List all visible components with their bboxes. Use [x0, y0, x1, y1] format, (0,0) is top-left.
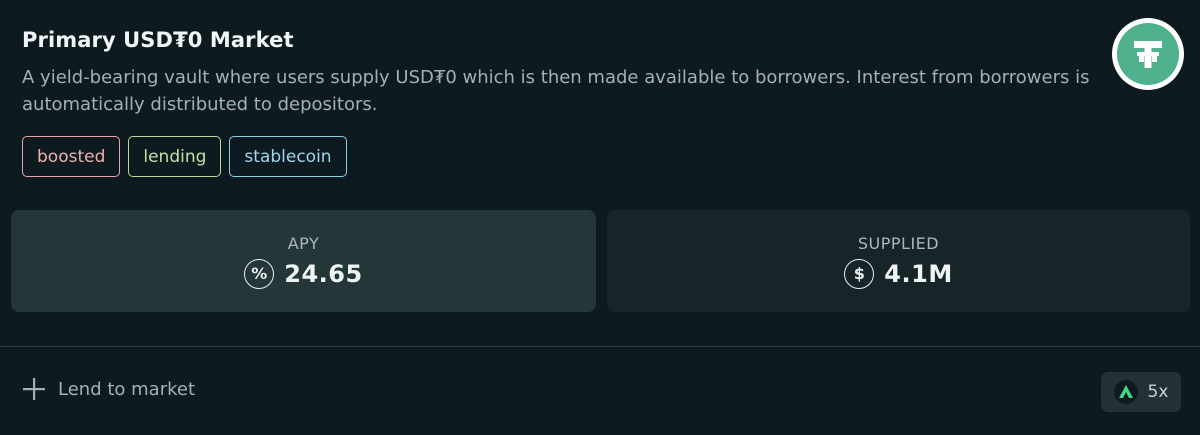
apy-label: APY [287, 233, 320, 253]
tag-stablecoin[interactable]: stablecoin [229, 136, 347, 177]
tag-boosted[interactable]: boosted [22, 136, 121, 177]
apy-value: 24.65 [284, 259, 363, 288]
lend-label: Lend to market [58, 378, 196, 400]
tag-lending[interactable]: lending [128, 136, 222, 177]
boost-multiplier-badge[interactable]: 5x [1101, 372, 1181, 412]
dollar-icon: $ [844, 258, 875, 289]
apy-stat-card: APY % 24.65 [11, 210, 596, 312]
boost-icon [1113, 380, 1138, 404]
supplied-value: 4.1M [884, 259, 953, 288]
market-card: Primary USD₮0 Market A yield-bearing vau… [0, 0, 1200, 435]
plus-icon [23, 378, 45, 400]
tag-list: boosted lending stablecoin [22, 136, 347, 177]
percent-icon: % [244, 258, 275, 289]
market-description: A yield-bearing vault where users supply… [22, 67, 1090, 115]
boost-multiplier: 5x [1147, 382, 1169, 402]
supplied-label: SUPPLIED [857, 233, 940, 253]
lend-to-market-button[interactable]: Lend to market [22, 377, 195, 401]
market-title: Primary USD₮0 Market [22, 28, 294, 52]
supplied-stat-card: SUPPLIED $ 4.1M [607, 210, 1190, 312]
divider [0, 346, 1200, 347]
tether-usdt0-icon [1112, 18, 1184, 90]
